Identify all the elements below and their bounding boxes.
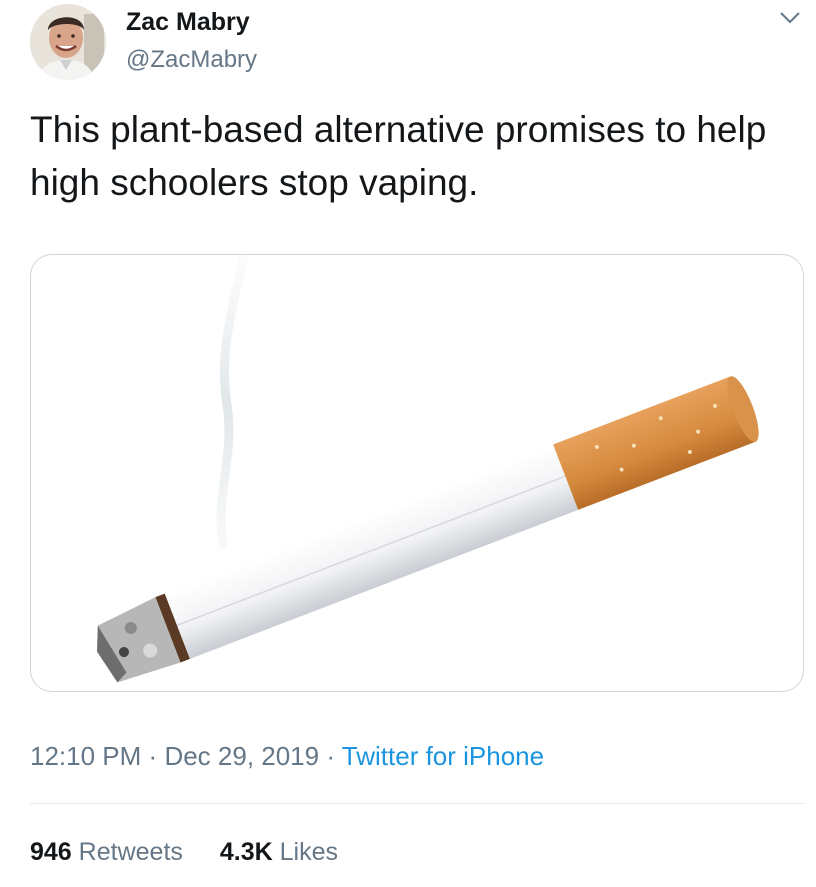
tweet-media[interactable] (30, 254, 804, 692)
chevron-down-icon[interactable] (778, 8, 802, 28)
avatar-photo (30, 4, 106, 80)
author-name[interactable]: Zac Mabry (126, 7, 250, 37)
retweets-label: Retweets (78, 838, 183, 866)
avatar[interactable] (30, 4, 106, 80)
likes-stat[interactable]: 4.3K Likes (220, 838, 338, 866)
tweet-source-link[interactable]: Twitter for iPhone (342, 741, 544, 771)
tweet-stats: 946 Retweets 4.3K Likes (30, 836, 338, 868)
tweet-text: This plant-based alternative promises to… (30, 109, 767, 203)
likes-label: Likes (279, 838, 338, 866)
tweet-time[interactable]: 12:10 PM (30, 741, 141, 771)
tweet-meta: 12:10 PM · Dec 29, 2019 · Twitter for iP… (30, 739, 544, 773)
likes-count: 4.3K (219, 838, 273, 866)
meta-separator: · (326, 741, 336, 771)
tweet-card: Zac Mabry @ZacMabry This plant-based alt… (0, 0, 816, 887)
divider (30, 803, 804, 804)
author-handle[interactable]: @ZacMabry (126, 45, 257, 75)
retweets-count: 946 (30, 838, 72, 866)
cigarette-image (97, 255, 759, 683)
meta-separator: · (148, 741, 158, 771)
tweet-date[interactable]: Dec 29, 2019 (164, 741, 319, 771)
retweets-stat[interactable]: 946 Retweets (30, 838, 183, 866)
